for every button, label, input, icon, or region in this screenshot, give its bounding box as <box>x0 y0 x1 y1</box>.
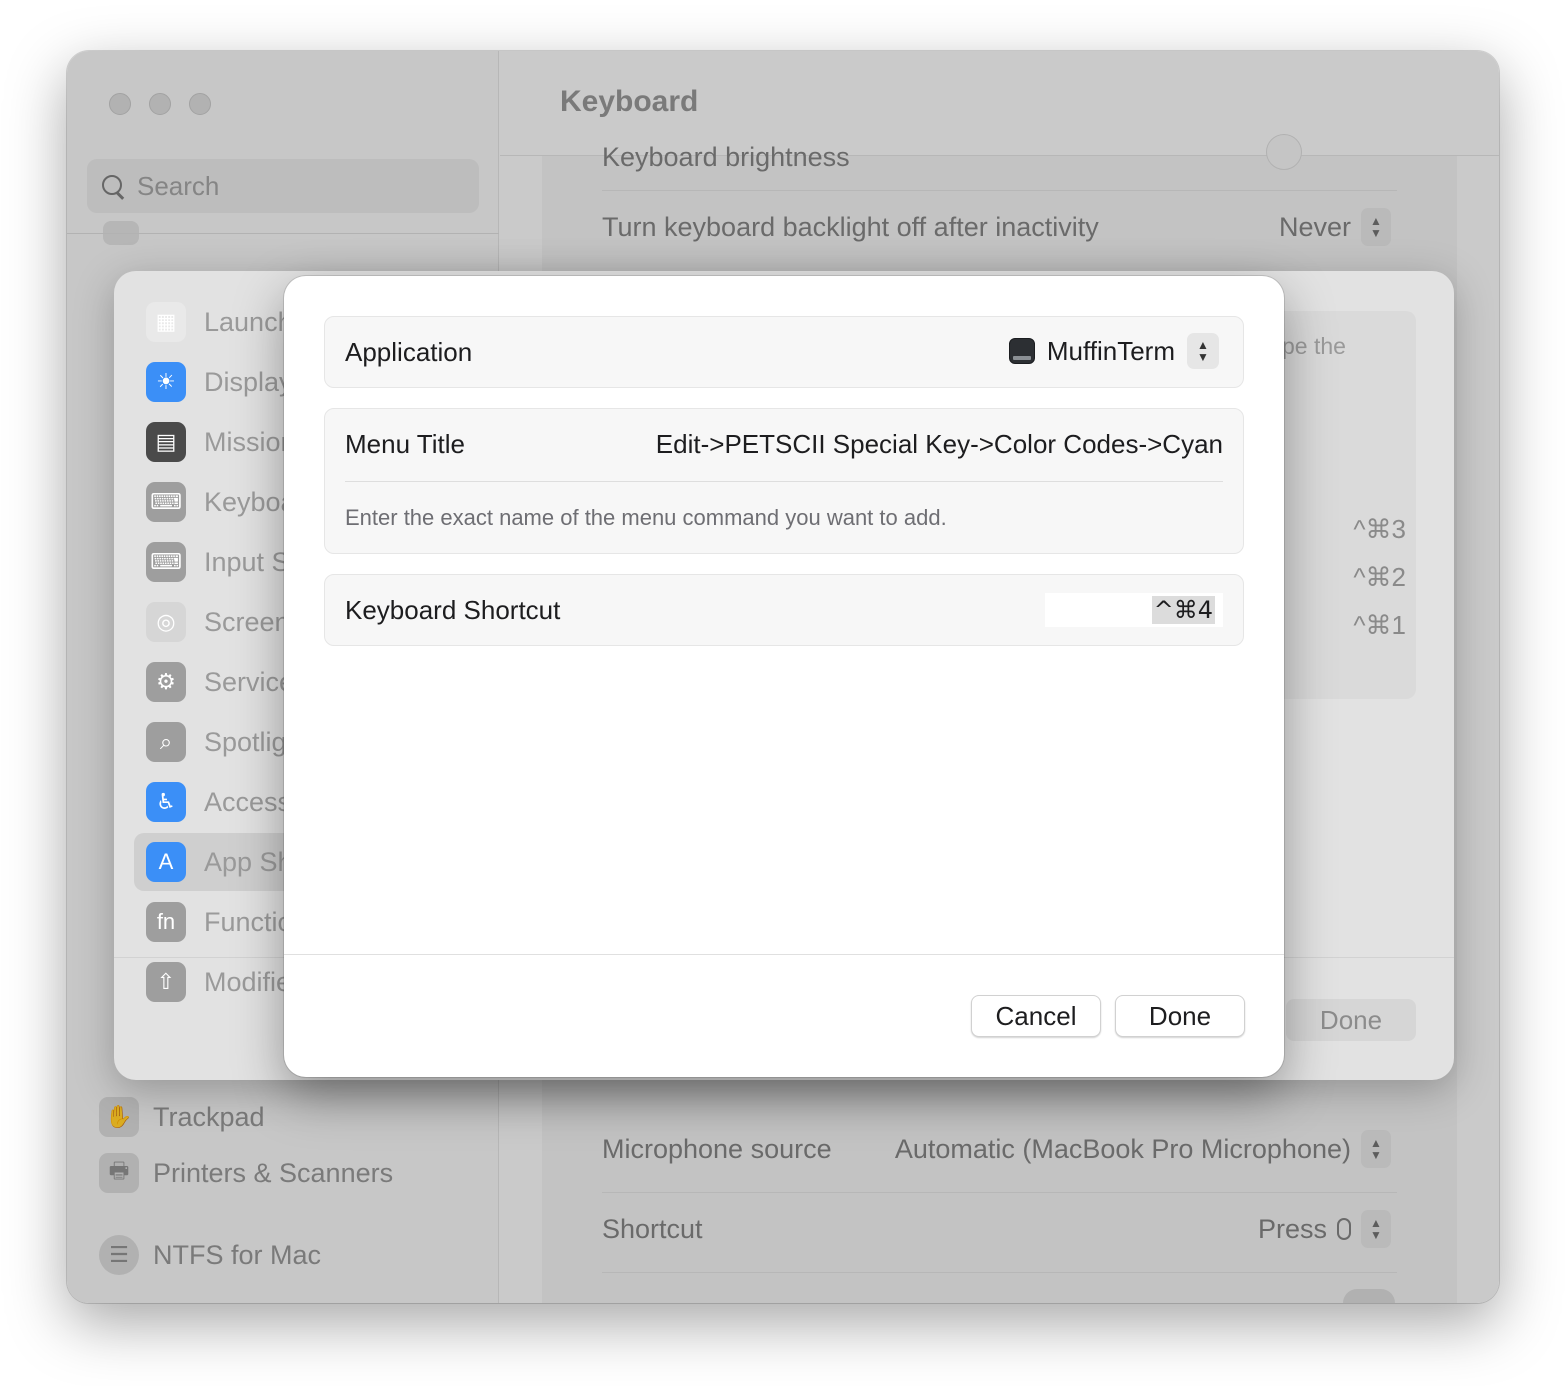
shortcut-key: ^⌘2 <box>1353 562 1406 592</box>
keyboard-icon: ⌨ <box>146 482 186 522</box>
display-icon: ☀ <box>146 362 186 402</box>
application-popup[interactable]: MuffinTerm ▲ ▼ <box>1008 333 1219 369</box>
sheet-list-item-label: Modifie <box>204 966 292 997</box>
sheet-list-item-label: Service <box>204 666 295 697</box>
sheet-list-item-label: Functio <box>204 906 293 937</box>
sheet-list-item-label: App Sh <box>204 846 293 877</box>
shortcut-key: ^⌘3 <box>1353 514 1406 544</box>
group-divider <box>345 481 1223 482</box>
input-sources-icon: ⌨ <box>146 542 186 582</box>
sheet-list-item-label: Mission <box>204 426 296 457</box>
application-label: Application <box>345 337 473 367</box>
spotlight-icon: ⌕ <box>146 722 186 762</box>
accessibility-icon: ♿ <box>146 782 186 822</box>
keyboard-shortcut-field[interactable]: ^⌘4 <box>1045 593 1223 627</box>
dialog-footer-divider <box>284 954 1284 955</box>
fn-icon: fn <box>146 902 186 942</box>
sheet-done-button[interactable]: Done <box>1286 999 1416 1041</box>
services-icon: ⚙ <box>146 662 186 702</box>
sheet-list-item-label: Screen <box>204 606 290 637</box>
sheet-list-item-label: Spotlig <box>204 726 287 757</box>
mission-control-icon: ▤ <box>146 422 186 462</box>
shortcut-key: ^⌘1 <box>1353 610 1406 640</box>
sheet-list-item-label: Input S <box>204 546 290 577</box>
menu-title-group: Menu Title Edit->PETSCII Special Key->Co… <box>324 408 1244 554</box>
menu-title-field[interactable]: Edit->PETSCII Special Key->Color Codes->… <box>656 429 1223 460</box>
terminal-app-icon <box>1008 338 1035 364</box>
done-button[interactable]: Done <box>1115 995 1245 1037</box>
app-shortcuts-icon: A <box>146 842 186 882</box>
application-value: MuffinTerm <box>1046 335 1175 366</box>
application-group: Application MuffinTerm ▲ ▼ <box>324 316 1244 388</box>
keyboard-shortcut-group: Keyboard Shortcut ^⌘4 <box>324 574 1244 646</box>
screenshot-icon: ◎ <box>146 602 186 642</box>
menu-title-help-text: Enter the exact name of the menu command… <box>345 505 947 530</box>
menu-title-label: Menu Title <box>345 429 465 459</box>
sheet-list-item-label: Launch <box>204 306 293 337</box>
modifier-icon: ⇧ <box>146 962 186 1002</box>
keyboard-shortcut-label: Keyboard Shortcut <box>345 595 561 625</box>
sheet-list-item-label: Keyboa <box>204 486 296 517</box>
sheet-list-item-label: Display <box>204 366 293 397</box>
add-shortcut-dialog: Application MuffinTerm ▲ ▼ Menu Title Edi… <box>284 276 1284 1077</box>
chevron-updown-icon: ▲ ▼ <box>1187 333 1219 369</box>
sheet-description-fragment: pe the <box>1282 333 1346 359</box>
cancel-button[interactable]: Cancel <box>971 995 1101 1037</box>
sheet-list-item-label: Access <box>204 786 292 817</box>
launchpad-icon: ▦ <box>146 302 186 342</box>
keyboard-shortcut-value: ^⌘4 <box>1151 596 1215 624</box>
